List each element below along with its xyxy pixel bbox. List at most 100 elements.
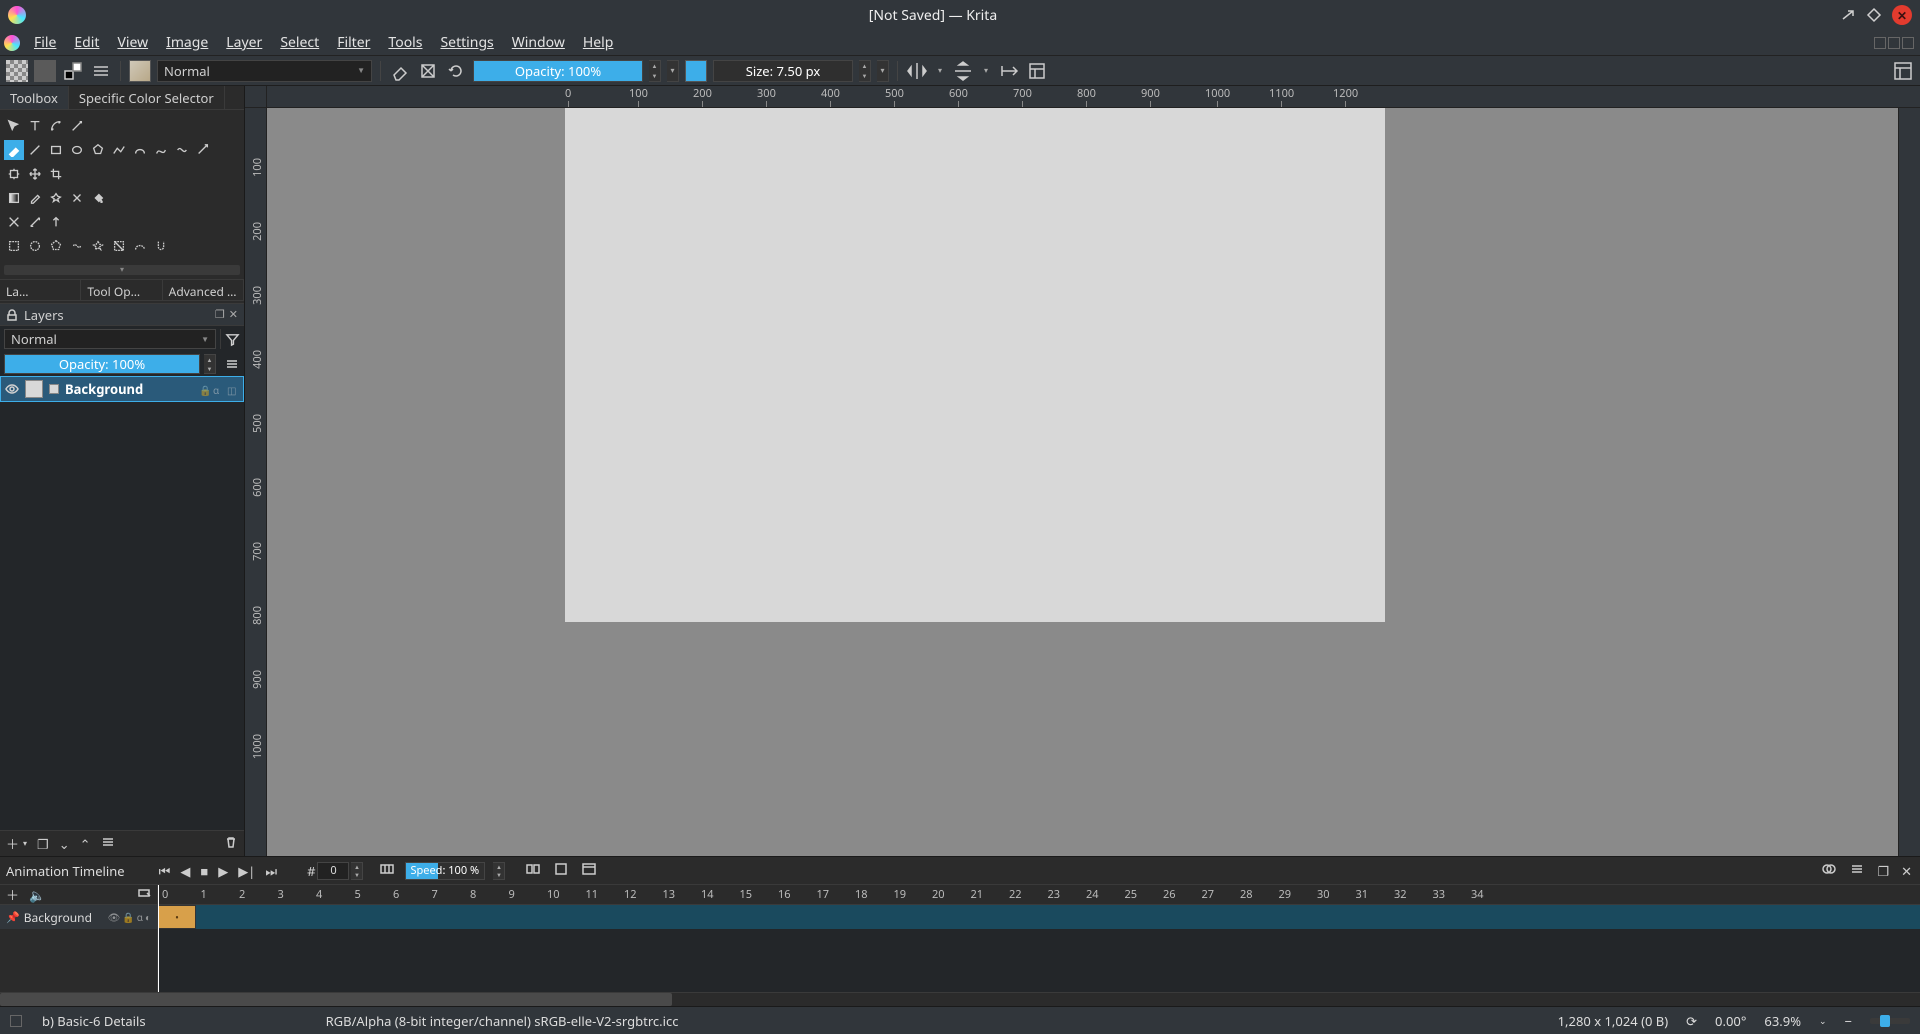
mirror-vertical-icon[interactable] [952, 60, 974, 82]
size-dropdown[interactable]: ▾ [877, 60, 889, 82]
delete-layer-button[interactable] [224, 835, 238, 853]
layer-alpha-icon[interactable]: α [213, 383, 225, 395]
anim-play-button[interactable]: ▶ [216, 860, 230, 882]
tl-lock-icon[interactable]: 🔒 [122, 910, 134, 924]
blendmode-select[interactable]: Normal ▼ [157, 60, 372, 82]
minimize-button[interactable] [1840, 7, 1856, 23]
tool-crop[interactable] [46, 164, 66, 184]
timeline-zoom-icon[interactable] [135, 884, 153, 906]
menu-layer[interactable]: Layer [218, 30, 270, 55]
tool-gradient[interactable] [4, 188, 24, 208]
layer-lock-icon[interactable]: 🔒 [199, 383, 211, 395]
frame-spinner[interactable]: ▲▼ [351, 862, 363, 880]
layer-menu-icon[interactable] [220, 354, 240, 374]
tool-dynamic-brush[interactable] [172, 140, 192, 160]
zoom-slider[interactable] [1870, 1018, 1910, 1024]
tool-select-contiguous[interactable] [88, 236, 108, 256]
fg-bg-swap-icon[interactable] [62, 60, 84, 82]
add-layer-dropdown[interactable]: ▾ [23, 838, 27, 849]
opacity-dropdown[interactable]: ▾ [667, 60, 679, 82]
tool-select-polygon[interactable] [46, 236, 66, 256]
tool-select-similar[interactable] [109, 236, 129, 256]
mdi-maximize-icon[interactable] [1888, 37, 1900, 49]
layer-filter-icon[interactable] [220, 329, 240, 349]
tool-measure[interactable] [25, 212, 45, 232]
tool-bezier[interactable] [130, 140, 150, 160]
layer-opacity-slider[interactable]: Opacity: 100% [4, 354, 200, 374]
layers-float-button[interactable]: ❐ [215, 307, 225, 322]
tool-pattern-edit[interactable] [46, 188, 66, 208]
audio-icon[interactable]: 🔈 [27, 884, 47, 906]
tool-polygon[interactable] [88, 140, 108, 160]
tl-visibility-icon[interactable]: 👁 [108, 910, 121, 924]
move-layer-down-button[interactable]: ⌄ [59, 835, 70, 853]
tool-calligraphy[interactable] [67, 116, 87, 136]
menu-help[interactable]: Help [575, 30, 622, 55]
tool-reference[interactable] [46, 212, 66, 232]
anim-stop-button[interactable]: ■ [198, 860, 210, 882]
tool-select-magnetic[interactable] [151, 236, 171, 256]
tool-text[interactable] [25, 116, 45, 136]
tool-move[interactable] [25, 164, 45, 184]
brush-settings-icon[interactable] [90, 60, 112, 82]
layer-opacity-spinner[interactable]: ▲▼ [204, 354, 216, 374]
onion-skin-icon[interactable] [523, 859, 543, 883]
tool-multibrush[interactable] [193, 140, 213, 160]
menu-tools[interactable]: Tools [380, 30, 430, 55]
zoom-dropdown-icon[interactable]: ⌄ [1819, 1014, 1827, 1027]
menu-settings[interactable]: Settings [432, 30, 501, 55]
timeline-ruler[interactable]: 0123456789101112131415161718192021222324… [158, 885, 1920, 905]
toolbox-zoom-slider[interactable] [4, 265, 240, 275]
menu-image[interactable]: Image [158, 30, 216, 55]
mirror-horizontal-icon[interactable] [906, 60, 928, 82]
viewport[interactable] [267, 108, 1898, 856]
tool-select-rect[interactable] [4, 236, 24, 256]
app-menu-icon[interactable] [4, 35, 20, 51]
canvas-page[interactable] [565, 108, 1385, 622]
tool-select-freehand[interactable] [67, 236, 87, 256]
anim-first-frame-button[interactable]: ⏮ [157, 860, 173, 882]
subtab-tool-options[interactable]: Tool Op… [81, 280, 162, 300]
frame-number-input[interactable] [317, 862, 349, 880]
mdi-minimize-icon[interactable] [1874, 37, 1886, 49]
vertical-ruler[interactable]: 1002003004005006007008009001000 [245, 108, 267, 856]
layer-row-background[interactable]: Background 🔒 α ◫ [0, 376, 244, 402]
tl-alpha-icon[interactable]: α [137, 910, 143, 924]
close-button[interactable]: ✕ [1892, 5, 1912, 25]
anim-next-frame-button[interactable]: ▶| [236, 860, 257, 882]
keyframe-0[interactable] [158, 905, 196, 929]
maximize-button[interactable] [1866, 7, 1882, 23]
new-document-icon[interactable] [6, 60, 28, 82]
menu-edit[interactable]: Edit [66, 30, 107, 55]
subtab-layers[interactable]: La… [0, 280, 81, 300]
selection-mode-icon[interactable] [10, 1015, 22, 1027]
size-spinner[interactable]: ▲▼ [859, 60, 871, 82]
layer-inherit-icon[interactable]: ◫ [227, 383, 239, 395]
anim-speed-slider[interactable]: Speed: 100 % [405, 862, 485, 880]
tool-polyline[interactable] [109, 140, 129, 160]
menu-filter[interactable]: Filter [329, 30, 378, 55]
anim-close-button[interactable]: ✕ [1899, 860, 1914, 882]
alpha-lock-icon[interactable] [417, 60, 439, 82]
pin-icon[interactable]: 📌 [6, 910, 20, 925]
tool-fill[interactable] [88, 188, 108, 208]
timeline-tracks[interactable]: 0123456789101112131415161718192021222324… [158, 885, 1920, 992]
mirror-h-dropdown[interactable]: ▾ [934, 60, 946, 82]
tool-transform-tool[interactable] [4, 164, 24, 184]
reload-preset-icon[interactable] [445, 60, 467, 82]
auto-frame-icon[interactable] [551, 859, 571, 883]
tool-edit-shapes[interactable] [46, 116, 66, 136]
rotation-reset-icon[interactable]: ⟳ [1686, 1012, 1697, 1030]
add-timeline-layer-icon[interactable]: ＋ [4, 883, 21, 906]
right-scrollbar-area[interactable] [1898, 108, 1920, 856]
mirror-v-dropdown[interactable]: ▾ [980, 60, 992, 82]
choose-workspace-icon[interactable] [1892, 60, 1914, 82]
anim-prev-frame-button[interactable]: ◀ [178, 860, 192, 882]
workspace-chooser-icon[interactable] [1026, 60, 1048, 82]
menu-file[interactable]: File [26, 30, 64, 55]
tool-line[interactable] [25, 140, 45, 160]
playhead[interactable] [158, 885, 159, 992]
layers-close-button[interactable]: ✕ [229, 307, 238, 322]
onion-overlay-icon[interactable] [1819, 859, 1839, 883]
tool-color-picker[interactable] [25, 188, 45, 208]
